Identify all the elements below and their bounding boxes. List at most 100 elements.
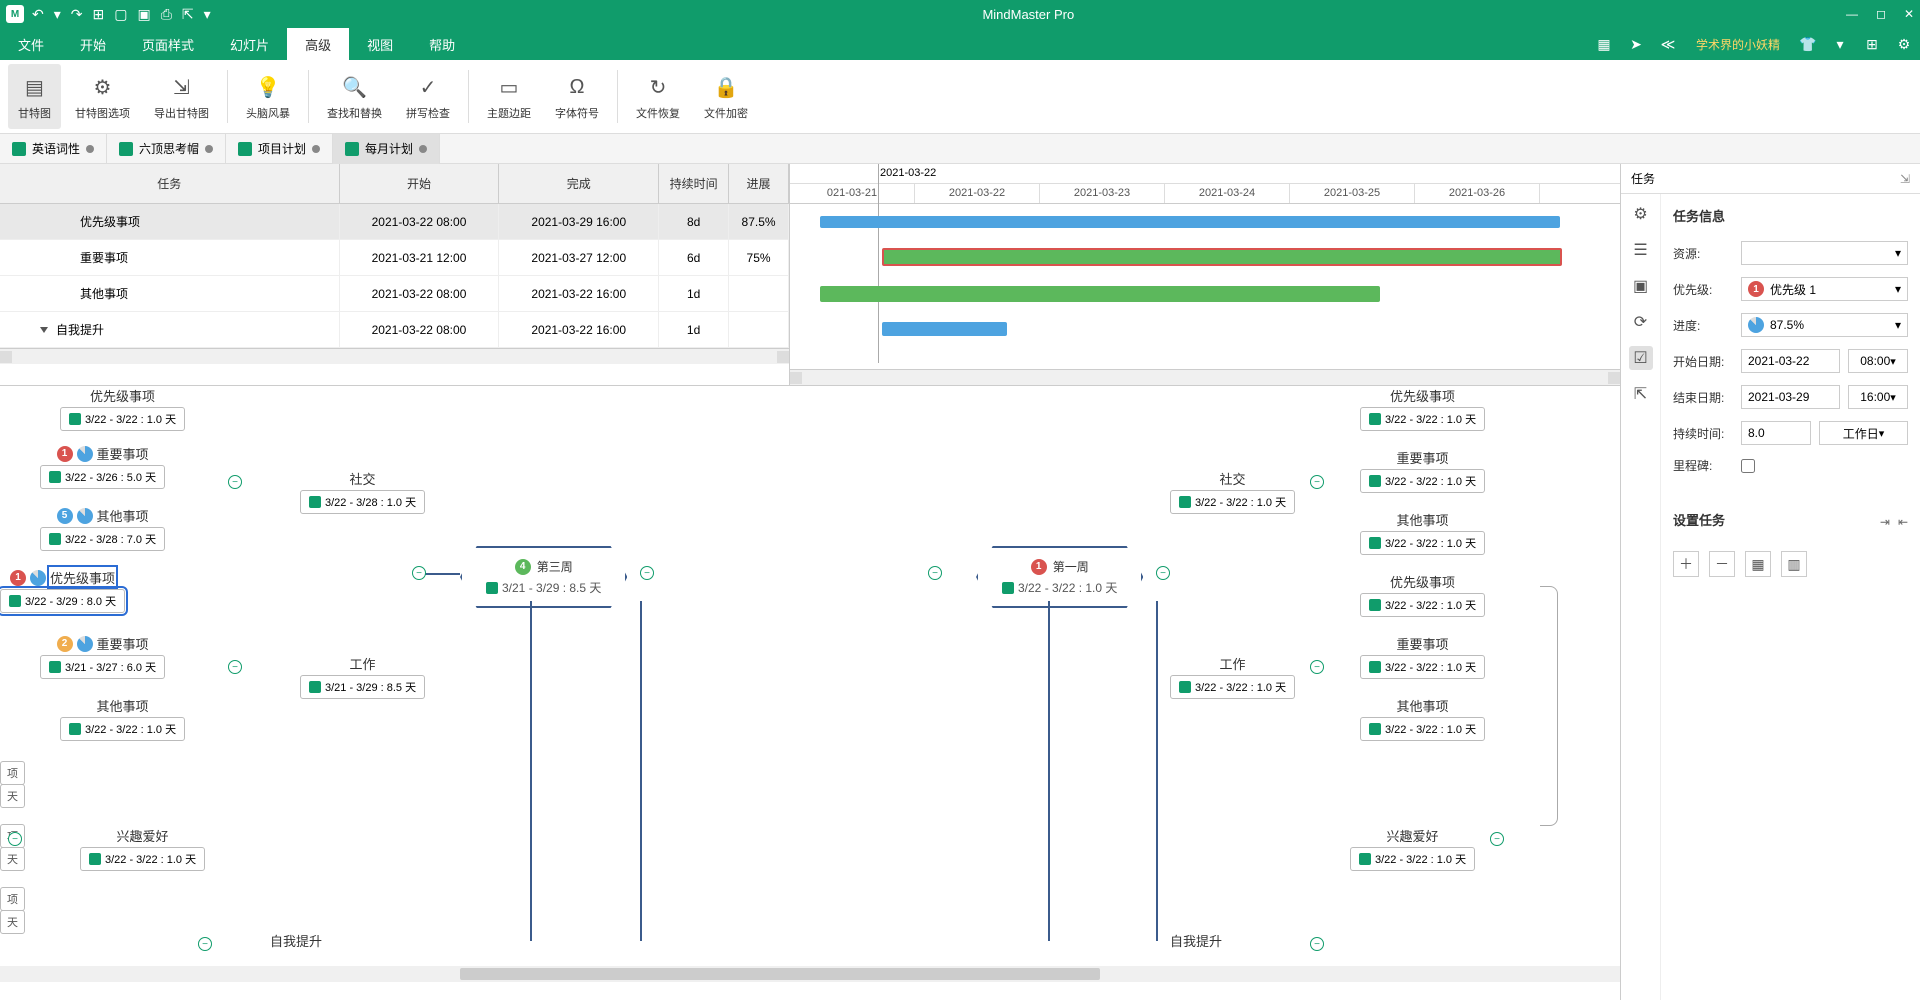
mindmap-canvas[interactable]: 项 天 项 天 项 天 4第三周 3/21 - 3/29 : 8.5 天 − − <box>0 386 1620 1000</box>
document-tab[interactable]: 每月计划 <box>333 134 440 164</box>
duration-input[interactable]: 8.0 <box>1741 421 1811 445</box>
ribbon-button[interactable]: 🔒文件加密 <box>694 64 758 129</box>
gantt-table-hscroll[interactable] <box>0 348 789 364</box>
minimize-icon[interactable]: — <box>1846 7 1858 21</box>
gantt-chart-hscroll[interactable] <box>790 369 1620 385</box>
menu-tab[interactable]: 开始 <box>62 28 124 60</box>
leaf-node[interactable]: 重要事项3/22 - 3/22 : 1.0 天 <box>1360 634 1485 679</box>
leaf-node[interactable]: 1优先级事项3/22 - 3/29 : 8.0 天 <box>0 568 125 613</box>
branch-node[interactable]: 社交3/22 - 3/28 : 1.0 天 <box>300 469 425 514</box>
redo-icon[interactable]: ↷ <box>71 6 83 23</box>
remove-task-icon[interactable]: － <box>1709 551 1735 577</box>
menu-right-icon[interactable]: ⊞ <box>1860 32 1884 56</box>
branch-node[interactable]: 自我提升 <box>270 931 322 950</box>
close-icon[interactable]: ✕ <box>1904 7 1914 21</box>
menu-tab[interactable]: 文件 <box>0 28 62 60</box>
menu-right-icon[interactable]: ▾ <box>1828 32 1852 56</box>
menu-tab[interactable]: 高级 <box>287 28 349 60</box>
undo-icon[interactable]: ↶ <box>32 6 44 23</box>
grid-icon[interactable]: ▦ <box>1745 551 1771 577</box>
branch-node[interactable]: 兴趣爱好3/22 - 3/22 : 1.0 天 <box>80 826 205 871</box>
user-name[interactable]: 学术界的小妖精 <box>1696 36 1780 53</box>
menu-right-icon[interactable]: ⚙ <box>1892 32 1916 56</box>
progress-select[interactable]: 87.5%▾ <box>1741 313 1908 337</box>
cell-dur[interactable]: 1d <box>659 312 729 347</box>
document-tab[interactable]: 英语词性 <box>0 134 107 164</box>
cell-end[interactable]: 2021-03-22 16:00 <box>499 276 659 311</box>
gantt-chart-body[interactable] <box>790 204 1620 369</box>
cell-start[interactable]: 2021-03-22 08:00 <box>340 204 500 239</box>
leaf-node[interactable]: 重要事项3/22 - 3/22 : 1.0 天 <box>1360 448 1485 493</box>
canvas-hscroll[interactable] <box>0 966 1620 982</box>
start-time-select[interactable]: 08:00 ▾ <box>1848 349 1908 373</box>
branch-node[interactable]: 社交3/22 - 3/22 : 1.0 天 <box>1170 469 1295 514</box>
collapse-toggle-icon[interactable]: − <box>228 660 242 674</box>
leaf-node[interactable]: 其他事项3/22 - 3/22 : 1.0 天 <box>1360 510 1485 555</box>
cell-end[interactable]: 2021-03-27 12:00 <box>499 240 659 275</box>
indent-icon[interactable]: ⇥ <box>1880 515 1890 529</box>
gantt-row[interactable]: 重要事项2021-03-21 12:002021-03-27 12:006d75… <box>0 240 789 276</box>
cell-start[interactable]: 2021-03-21 12:00 <box>340 240 500 275</box>
gantt-bar[interactable] <box>882 248 1562 266</box>
gantt-row[interactable]: 优先级事项2021-03-22 08:002021-03-29 16:008d8… <box>0 204 789 240</box>
collapse-toggle-icon[interactable]: − <box>228 475 242 489</box>
gantt-bar[interactable] <box>820 286 1380 302</box>
export-dropdown-icon[interactable]: ▾ <box>204 6 211 23</box>
leaf-node[interactable]: 2重要事项3/21 - 3/27 : 6.0 天 <box>40 634 165 679</box>
tool-link-icon[interactable]: ⟳ <box>1629 310 1653 334</box>
start-date-input[interactable]: 2021-03-22 <box>1741 349 1840 373</box>
duration-unit-select[interactable]: 工作日 ▾ <box>1819 421 1908 445</box>
print-icon[interactable]: ⎙ <box>161 6 172 23</box>
tool-task-icon[interactable]: ☑ <box>1629 346 1653 370</box>
cell-task[interactable]: 重要事项 <box>0 240 340 275</box>
ribbon-button[interactable]: ▤甘特图 <box>8 64 61 129</box>
branch-node[interactable]: 工作3/21 - 3/29 : 8.5 天 <box>300 654 425 699</box>
col-task[interactable]: 任务 <box>0 164 340 203</box>
new-icon[interactable]: ⊞ <box>93 6 105 23</box>
collapse-toggle-icon[interactable]: − <box>1156 566 1170 580</box>
cell-task[interactable]: 自我提升 <box>0 312 340 347</box>
gantt-bar[interactable] <box>882 322 1007 336</box>
menu-tab[interactable]: 视图 <box>349 28 411 60</box>
leaf-node[interactable]: 1重要事项3/22 - 3/26 : 5.0 天 <box>40 444 165 489</box>
menu-right-icon[interactable]: 👕 <box>1796 32 1820 56</box>
gantt-bar[interactable] <box>820 216 1560 228</box>
ribbon-button[interactable]: ↻文件恢复 <box>626 64 690 129</box>
node-week1[interactable]: 1第一周 3/22 - 3/22 : 1.0 天 <box>976 546 1143 608</box>
ribbon-button[interactable]: 🔍查找和替换 <box>317 64 392 129</box>
collapse-toggle-icon[interactable]: − <box>1310 475 1324 489</box>
end-date-input[interactable]: 2021-03-29 <box>1741 385 1840 409</box>
milestone-checkbox[interactable] <box>1741 459 1755 473</box>
collapse-toggle-icon[interactable]: − <box>1310 937 1324 951</box>
branch-node[interactable]: 自我提升 <box>1170 931 1222 950</box>
cell-prog[interactable]: 87.5% <box>729 204 789 239</box>
menu-right-icon[interactable]: ➤ <box>1624 32 1648 56</box>
ribbon-button[interactable]: ⚙甘特图选项 <box>65 64 140 129</box>
resource-select[interactable]: ▾ <box>1741 241 1908 265</box>
col-duration[interactable]: 持续时间 <box>659 164 729 203</box>
cell-prog[interactable]: 75% <box>729 240 789 275</box>
menu-right-icon[interactable]: ▦ <box>1592 32 1616 56</box>
leaf-node[interactable]: 优先级事项3/22 - 3/22 : 1.0 天 <box>1360 572 1485 617</box>
collapse-toggle-icon[interactable]: − <box>640 566 654 580</box>
gantt-row[interactable]: 自我提升2021-03-22 08:002021-03-22 16:001d <box>0 312 789 348</box>
expand-icon[interactable] <box>40 327 48 333</box>
collapse-toggle-icon[interactable]: − <box>8 832 22 846</box>
end-time-select[interactable]: 16:00 ▾ <box>1848 385 1908 409</box>
leaf-node[interactable]: 其他事项3/22 - 3/22 : 1.0 天 <box>1360 696 1485 741</box>
gantt-row[interactable]: 其他事项2021-03-22 08:002021-03-22 16:001d <box>0 276 789 312</box>
leaf-node[interactable]: 优先级事项3/22 - 3/22 : 1.0 天 <box>1360 386 1485 431</box>
ribbon-button[interactable]: ▭主题边距 <box>477 64 541 129</box>
document-tab[interactable]: 六顶思考帽 <box>107 134 226 164</box>
open-icon[interactable]: ▢ <box>114 6 127 23</box>
col-progress[interactable]: 进展 <box>729 164 789 203</box>
maximize-icon[interactable]: ◻ <box>1876 7 1886 21</box>
cell-dur[interactable]: 1d <box>659 276 729 311</box>
cell-dur[interactable]: 8d <box>659 204 729 239</box>
tool-export-icon[interactable]: ⇱ <box>1629 382 1653 406</box>
menu-right-icon[interactable]: ≪ <box>1656 32 1680 56</box>
collapse-toggle-icon[interactable]: − <box>1310 660 1324 674</box>
cell-task[interactable]: 优先级事项 <box>0 204 340 239</box>
menu-tab[interactable]: 页面样式 <box>124 28 212 60</box>
tool-image-icon[interactable]: ▣ <box>1629 274 1653 298</box>
